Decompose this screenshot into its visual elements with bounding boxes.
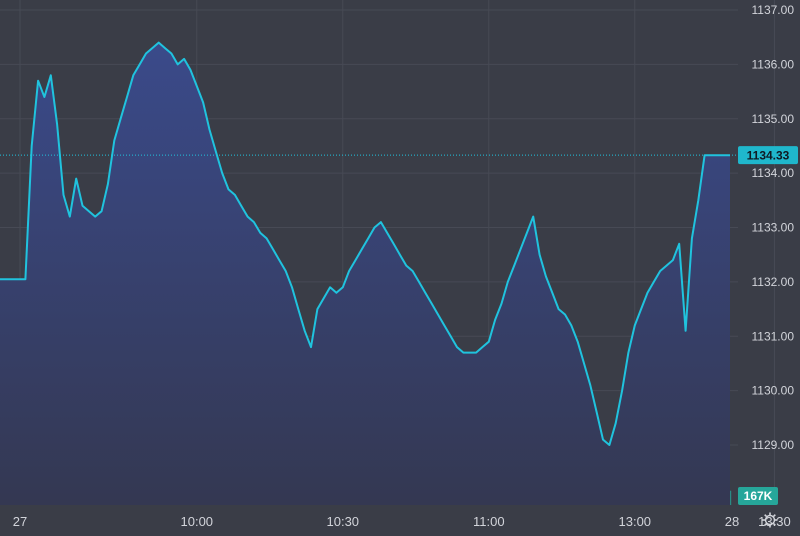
price-chart[interactable]: 1137.00 1136.00 1135.00 1134.00 1133.00 1132.… bbox=[0, 0, 800, 536]
volume-label: 167K bbox=[744, 489, 773, 503]
y-tick-label: 1134.00 bbox=[752, 166, 795, 180]
x-tick-label: 11:00 bbox=[473, 514, 505, 529]
last-price-badge: 1134.33 bbox=[738, 146, 798, 165]
y-tick-label: 1132.00 bbox=[752, 275, 795, 289]
y-tick-label: 1137.00 bbox=[752, 3, 795, 17]
y-tick-label: 1131.00 bbox=[752, 329, 795, 343]
x-tick-label: 10:00 bbox=[181, 514, 214, 529]
last-price-label: 1134.33 bbox=[747, 149, 790, 163]
y-tick-label: 1136.00 bbox=[752, 57, 795, 71]
x-tick-label: 10:30 bbox=[327, 514, 360, 529]
x-tick-label: 28 bbox=[725, 514, 739, 529]
x-tick-label: 13:00 bbox=[619, 514, 652, 529]
x-tick-label: 27 bbox=[13, 514, 27, 529]
y-axis: 1137.00 1136.00 1135.00 1134.00 1133.00 1132.… bbox=[752, 3, 795, 452]
y-tick-label: 1135.00 bbox=[752, 112, 795, 126]
volume-badge: 167K bbox=[738, 487, 778, 505]
y-tick-label: 1130.00 bbox=[752, 384, 795, 398]
y-tick-label: 1133.00 bbox=[752, 221, 795, 235]
y-tick-label: 1129.00 bbox=[752, 438, 795, 452]
